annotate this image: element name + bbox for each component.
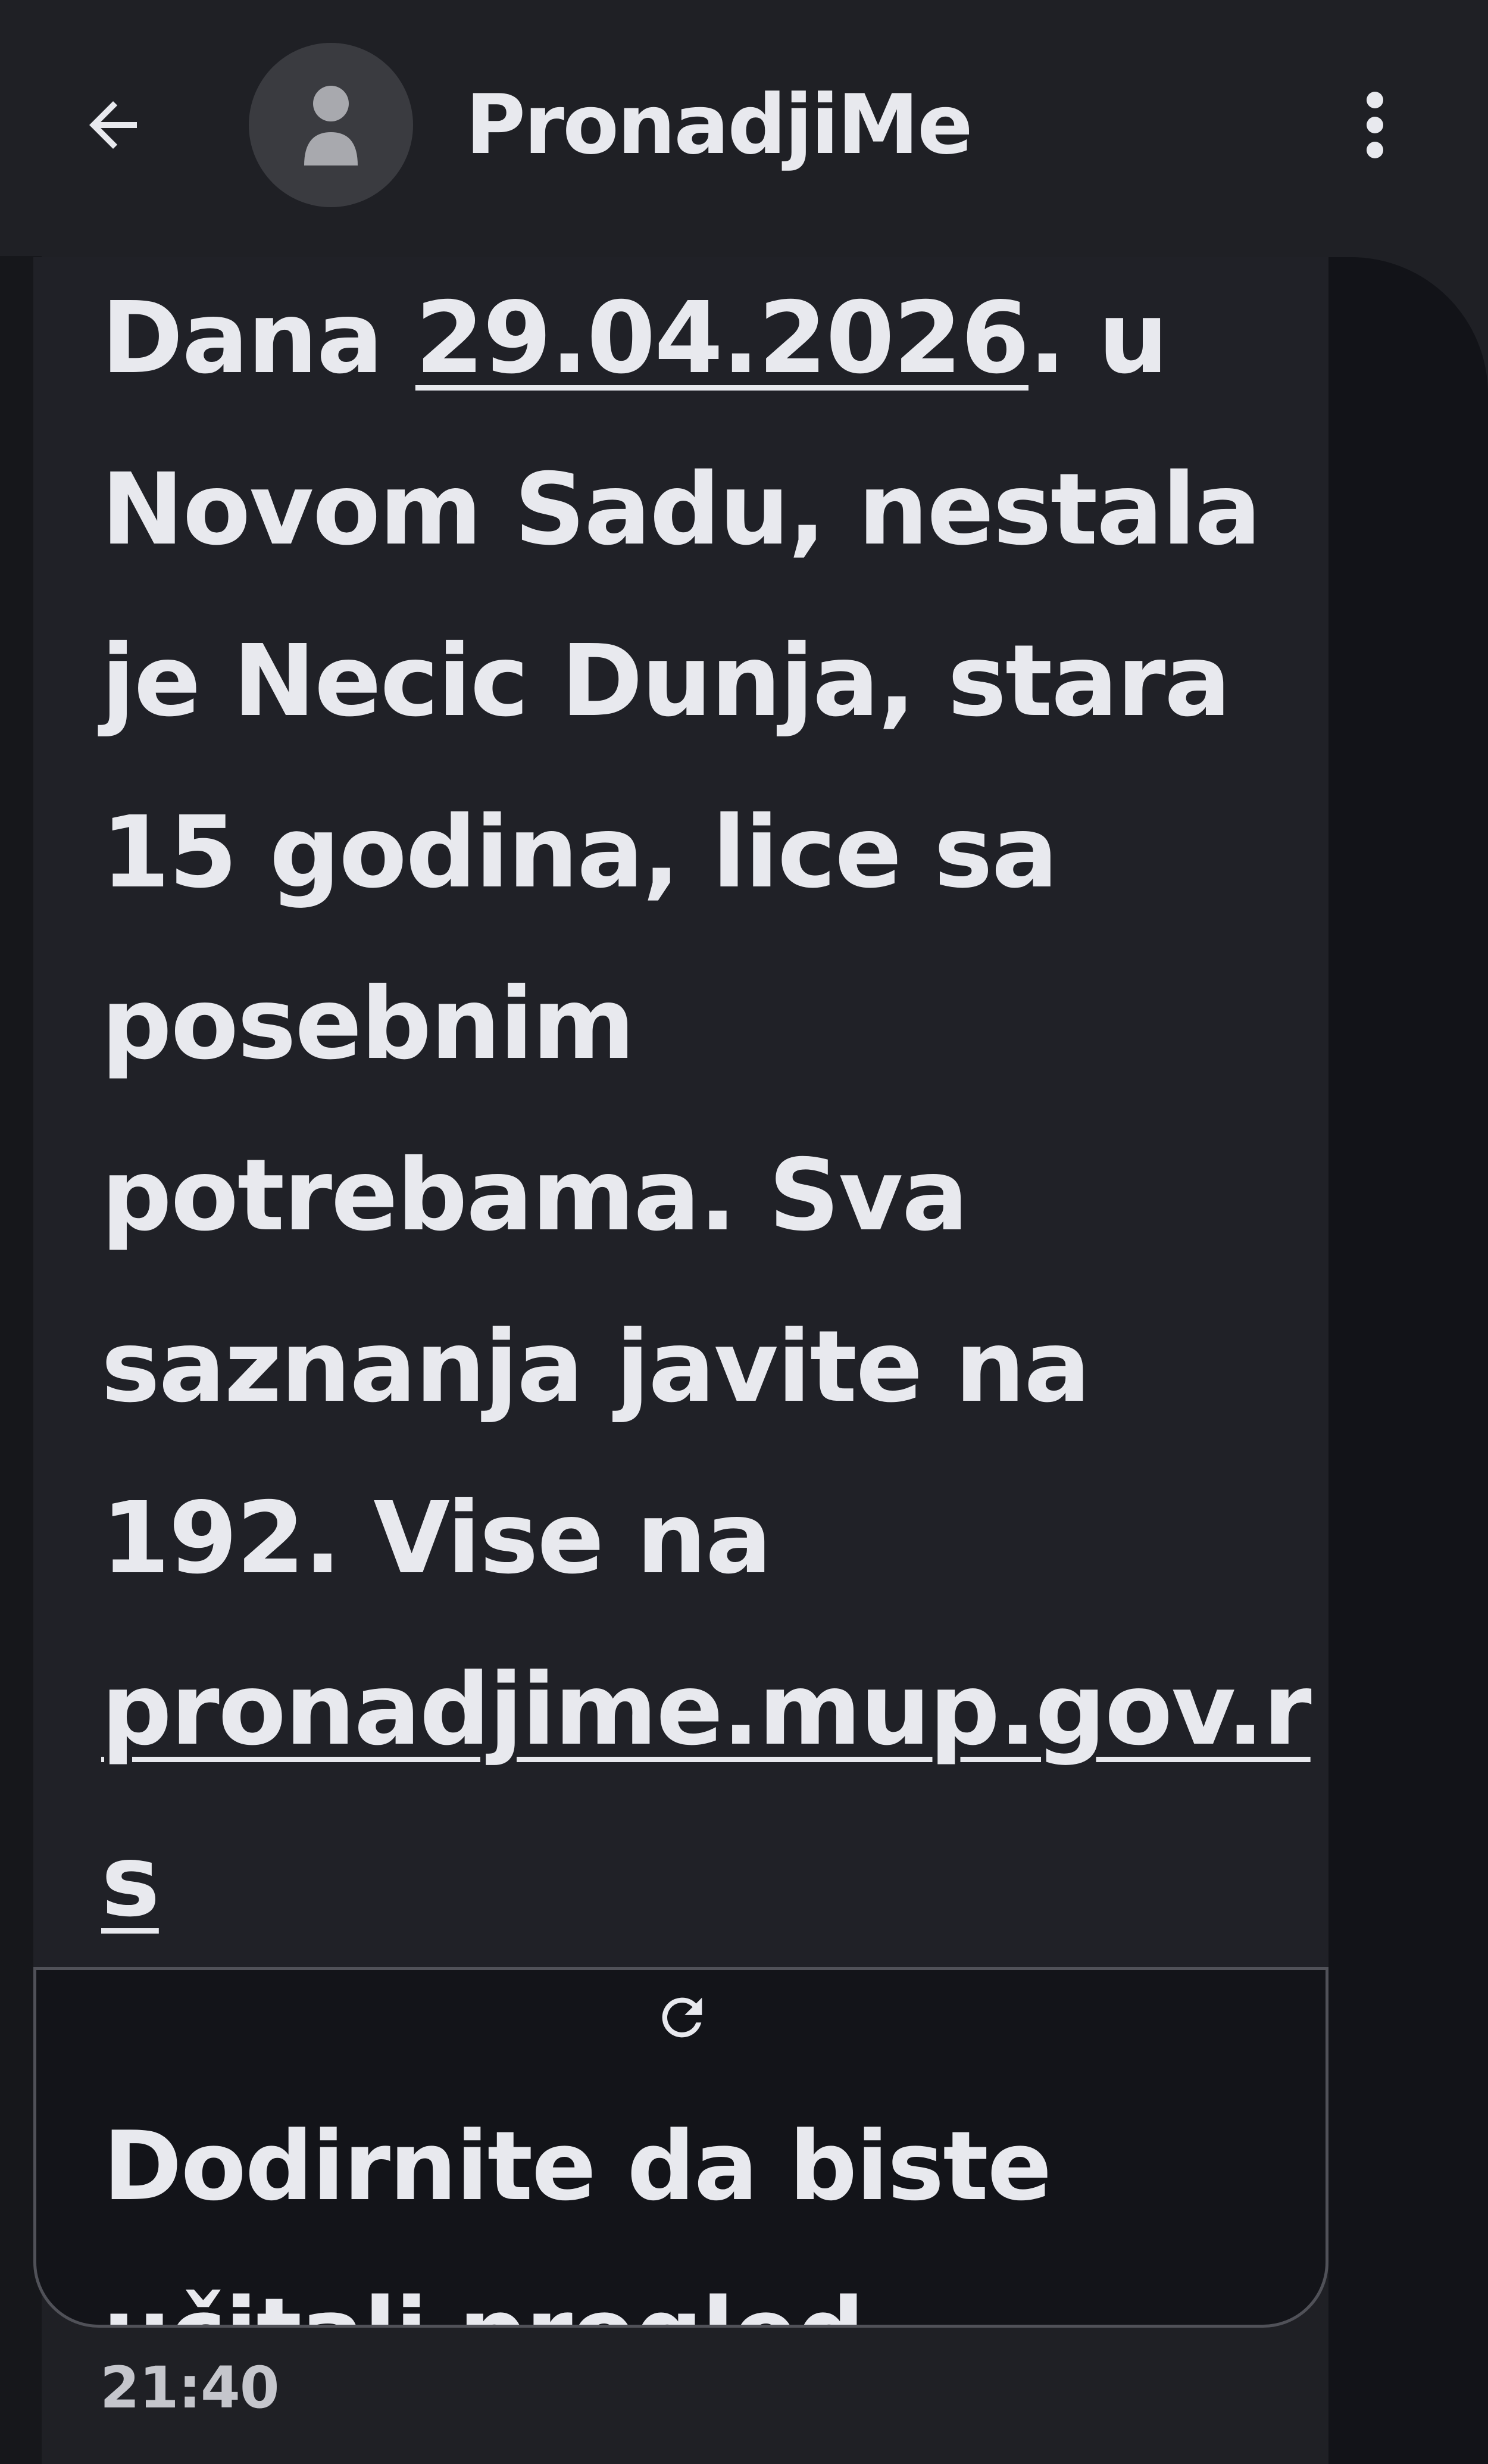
message-timestamp: 21:40 — [100, 2354, 280, 2421]
arrow-left-icon — [89, 101, 137, 149]
avatar[interactable] — [249, 43, 413, 207]
message-text-part1: Dana — [101, 281, 415, 396]
message-text-part2: . u Novom Sadu, nestala je Necic Dunja, … — [101, 281, 1261, 1596]
conversation-header: PronadjiMe — [0, 0, 1488, 256]
back-button[interactable] — [65, 71, 161, 179]
more-vert-icon — [1367, 92, 1383, 158]
contact-name: PronadjiMe — [465, 77, 973, 173]
reload-button[interactable] — [649, 1985, 715, 2050]
refresh-icon — [662, 1997, 702, 2038]
url-link-continued[interactable]: s — [101, 1824, 160, 1939]
date-link[interactable]: 29.04.2026 — [415, 281, 1030, 396]
conversation-background — [1328, 257, 1488, 2464]
message-text: Dana 29.04.2026. u Novom Sadu, nestala j… — [101, 253, 1312, 1968]
more-options-button[interactable] — [1345, 77, 1405, 173]
preview-text-line2: učitali pregled — [103, 2250, 1234, 2325]
preview-prompt: Dodirnite da biste učitali pregled — [103, 2083, 1234, 2325]
url-link[interactable]: pronadjime.mup.gov.r — [101, 1653, 1312, 1767]
preview-text-line1: Dodirnite da biste — [103, 2110, 1052, 2222]
link-preview-card[interactable]: Dodirnite da biste učitali pregled — [33, 1967, 1328, 2328]
person-icon — [304, 86, 358, 165]
